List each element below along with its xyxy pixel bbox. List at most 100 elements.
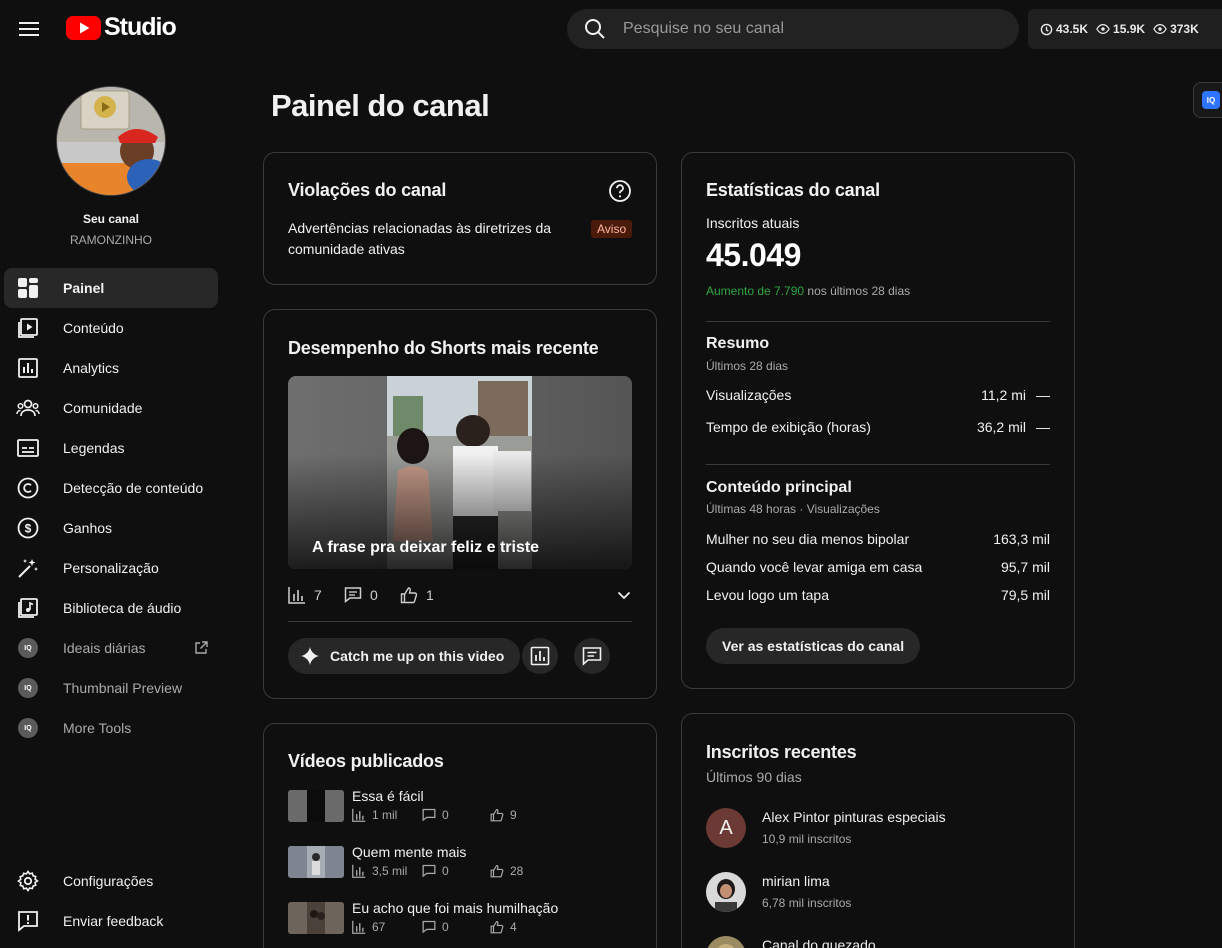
analytics-icon (16, 356, 40, 380)
analytics-icon (530, 646, 550, 666)
sidebar-item-analytics[interactable]: Analytics (4, 348, 218, 388)
sidebar-item-feedback[interactable]: Enviar feedback (4, 901, 218, 941)
sidebar-item-label: Comunidade (63, 400, 143, 416)
top-content-row[interactable]: Mulher no seu dia menos bipolar 163,3 mi… (706, 531, 1050, 547)
summary-value: 11,2 mi (981, 387, 1026, 403)
sidebar-item-deteccao[interactable]: Detecção de conteúdo (4, 468, 218, 508)
sidebar-item-ideais-diarias[interactable]: IQ Ideais diárias (4, 628, 218, 668)
shorts-caption: A frase pra deixar feliz e triste (312, 539, 540, 556)
shorts-performance-card: Desempenho do Shorts mais recente A fras… (263, 309, 657, 699)
sidebar-item-painel[interactable]: Painel (4, 268, 218, 308)
sidebar-item-conteudo[interactable]: Conteúdo (4, 308, 218, 348)
help-button[interactable] (608, 179, 632, 203)
expand-button[interactable] (616, 587, 632, 603)
comments-shortcut-button[interactable] (574, 638, 610, 674)
subscriber-row[interactable]: Canal do quezado (706, 936, 1050, 948)
sidebar-item-label: Ganhos (63, 520, 113, 536)
channel-stats-card: Estatísticas do canal Inscritos atuais 4… (681, 152, 1075, 689)
video-row[interactable]: Quem mente mais 3,5 mil 0 28 (288, 844, 628, 886)
published-videos-card: Vídeos publicados Essa é fácil 1 mil 0 9… (263, 723, 657, 948)
sidebar-item-biblioteca-audio[interactable]: Biblioteca de áudio (4, 588, 218, 628)
shorts-thumbnail[interactable]: A frase pra deixar feliz e triste (288, 376, 632, 569)
sidebar-item-more-tools[interactable]: IQ More Tools (4, 708, 218, 748)
iq-icon: IQ (18, 718, 38, 738)
sidebar-item-ganhos[interactable]: $ Ganhos (4, 508, 218, 548)
sidebar-item-label: Enviar feedback (63, 913, 164, 929)
page-title: Painel do canal (271, 88, 490, 123)
view-channel-stats-button[interactable]: Ver as estatísticas do canal (706, 628, 921, 664)
video-likes-value: 28 (510, 864, 524, 878)
summary-label: Tempo de exibição (horas) (706, 419, 871, 435)
subscriber-avatar: A (706, 808, 746, 848)
eye-icon (1153, 24, 1167, 34)
trend-indicator: — (1036, 419, 1050, 435)
sidebar-item-thumbnail-preview[interactable]: IQ Thumbnail Preview (4, 668, 218, 708)
iq-icon: IQ (18, 638, 38, 658)
divider (706, 464, 1050, 465)
subs-label: Inscritos atuais (706, 215, 800, 231)
iq-extension-button[interactable]: IQ (1193, 82, 1222, 118)
like-icon (490, 864, 504, 878)
sidebar-item-label: Configurações (63, 873, 154, 889)
trend-indicator: — (1036, 387, 1050, 403)
video-views-value: 3,5 mil (372, 864, 408, 878)
warning-badge: Aviso (591, 220, 633, 238)
sidebar-item-legendas[interactable]: Legendas (4, 428, 218, 468)
subscriber-name: Canal do quezado (762, 937, 876, 948)
sidebar-item-label: Biblioteca de áudio (63, 600, 182, 616)
sidebar-item-label: Thumbnail Preview (63, 680, 183, 696)
top-content-period: Últimas 48 horas · Visualizações (706, 502, 880, 516)
comment-icon (344, 587, 362, 604)
top-content-label: Levou logo um tapa (706, 587, 829, 603)
subscriber-row[interactable]: mirian lima 6,78 mil inscritos (706, 872, 1050, 912)
analytics-shortcut-button[interactable] (522, 638, 558, 674)
sidebar-item-personalizacao[interactable]: Personalização (4, 548, 218, 588)
channel-avatar[interactable] (56, 86, 166, 196)
subscriber-row[interactable]: A Alex Pintor pinturas especiais 10,9 mi… (706, 808, 1050, 848)
video-row[interactable]: Essa é fácil 1 mil 0 9 (288, 788, 628, 830)
views-value-a: 15.9K (1113, 22, 1146, 36)
video-comments: 0 (422, 808, 449, 822)
video-views-value: 67 (372, 920, 386, 934)
video-title: Essa é fácil (352, 788, 424, 804)
subscriber-count: 6,78 mil inscritos (762, 896, 852, 910)
dashboard-icon (16, 276, 40, 300)
top-content-row[interactable]: Levou logo um tapa 79,5 mil (706, 587, 1050, 603)
video-comments-value: 0 (442, 808, 449, 822)
top-content-label: Mulher no seu dia menos bipolar (706, 531, 910, 547)
search-input[interactable] (623, 20, 993, 38)
top-content-row[interactable]: Quando você levar amiga em casa 95,7 mil (706, 559, 1050, 575)
audio-library-icon (16, 596, 40, 620)
external-link-icon (194, 641, 208, 655)
catch-me-up-button[interactable]: Catch me up on this video (288, 638, 521, 674)
studio-logo[interactable]: Studio (66, 13, 177, 42)
views-stat-b: 373K (1153, 22, 1199, 36)
sidebar-item-label: Analytics (63, 360, 120, 376)
video-row[interactable]: Eu acho que foi mais humilhação 67 0 4 (288, 900, 628, 942)
video-views: 67 (352, 920, 385, 934)
subs-increase-period: nos últimos 28 dias (804, 284, 911, 298)
comment-icon (422, 808, 436, 822)
violations-text: Advertências relacionadas às diretrizes … (288, 220, 552, 257)
video-title: Eu acho que foi mais humilhação (352, 900, 559, 916)
video-thumbnail (288, 902, 344, 934)
logo-text: Studio (104, 13, 177, 41)
shorts-views-value: 7 (314, 587, 322, 603)
top-content-value: 95,7 mil (1000, 559, 1050, 575)
subs-increase: Aumento de 7.790 (706, 284, 805, 298)
subs-value: 45.049 (706, 237, 801, 273)
search-bar[interactable] (567, 9, 1019, 49)
video-thumbnail (288, 846, 344, 878)
menu-button[interactable] (14, 14, 44, 44)
video-views-value: 1 mil (372, 808, 398, 822)
quick-stats[interactable]: 43.5K 15.9K 373K (1028, 9, 1222, 49)
top-content-value: 163,3 mil (993, 531, 1050, 547)
subscriber-count: 10,9 mil inscritos (762, 832, 852, 846)
sidebar-item-comunidade[interactable]: Comunidade (4, 388, 218, 428)
video-comments-value: 0 (442, 864, 449, 878)
sidebar-item-configuracoes[interactable]: Configurações (4, 861, 218, 901)
comment-icon (582, 647, 602, 666)
iq-icon: IQ (18, 678, 38, 698)
subscriber-avatar (706, 872, 746, 912)
video-views: 1 mil (352, 808, 397, 822)
